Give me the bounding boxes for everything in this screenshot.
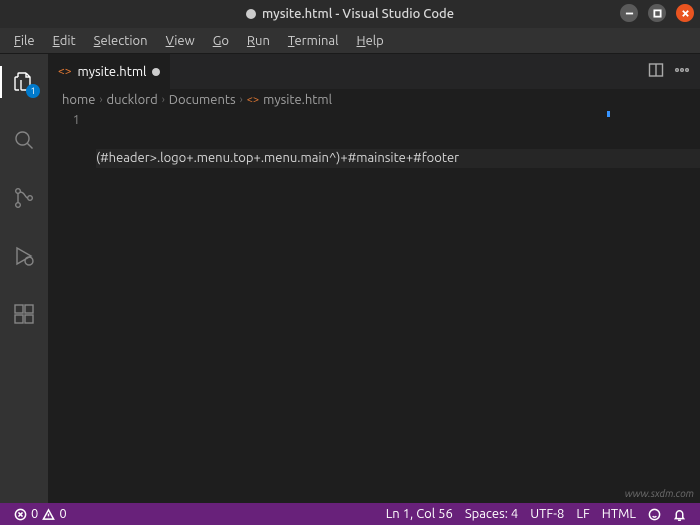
menu-terminal[interactable]: Terminal <box>280 31 347 51</box>
window-dirty-dot <box>246 9 256 19</box>
status-problems[interactable]: 0 0 <box>8 507 73 521</box>
activity-search[interactable] <box>0 120 48 160</box>
status-indentation[interactable]: Spaces: 4 <box>459 507 524 521</box>
menu-go[interactable]: Go <box>205 31 237 51</box>
status-cursor[interactable]: Ln 1, Col 56 <box>380 507 459 521</box>
window-title: mysite.html - Visual Studio Code <box>262 7 454 21</box>
status-bar: 0 0 Ln 1, Col 56 Spaces: 4 UTF-8 LF HTML <box>0 503 700 525</box>
status-warnings: 0 <box>59 507 66 521</box>
menu-file[interactable]: File <box>6 31 43 51</box>
code-editor[interactable]: 1 (#header>.logo+.menu.top+.menu.main^)+… <box>48 111 700 503</box>
html-file-icon: <> <box>58 65 72 78</box>
code-content[interactable]: (#header>.logo+.menu.top+.menu.main^)+#m… <box>96 111 700 503</box>
html-file-icon: <> <box>247 94 259 106</box>
menu-selection[interactable]: Selection <box>86 31 156 51</box>
activity-explorer[interactable]: 1 <box>0 62 48 102</box>
status-notifications-icon[interactable] <box>667 507 692 521</box>
tab-filename: mysite.html <box>78 65 147 79</box>
menubar: File Edit Selection View Go Run Terminal… <box>0 28 700 54</box>
chevron-right-icon: › <box>162 94 165 106</box>
activity-bar: 1 <box>0 54 48 503</box>
minimize-button[interactable] <box>620 4 638 22</box>
status-errors: 0 <box>31 507 38 521</box>
titlebar: mysite.html - Visual Studio Code <box>0 0 700 28</box>
chevron-right-icon: › <box>240 94 243 106</box>
breadcrumb-part[interactable]: ducklord <box>107 93 158 107</box>
maximize-button[interactable] <box>648 4 666 22</box>
minimap-selection <box>607 111 610 117</box>
line-number: 1 <box>48 111 80 130</box>
tab-dirty-dot <box>152 68 160 76</box>
window-title-wrap: mysite.html - Visual Studio Code <box>0 7 700 21</box>
status-language[interactable]: HTML <box>596 507 642 521</box>
explorer-badge: 1 <box>26 84 40 98</box>
menu-view[interactable]: View <box>158 31 203 51</box>
menu-edit[interactable]: Edit <box>45 31 84 51</box>
chevron-right-icon: › <box>99 94 102 106</box>
close-button[interactable] <box>676 4 694 22</box>
editor-actions <box>638 54 700 89</box>
activity-run-debug[interactable] <box>0 236 48 276</box>
window-controls <box>620 4 694 22</box>
more-actions-icon[interactable] <box>674 62 690 81</box>
line-gutter: 1 <box>48 111 96 503</box>
tab-bar: <> mysite.html <box>48 54 700 89</box>
breadcrumbs[interactable]: home › ducklord › Documents › <> mysite.htm… <box>48 89 700 111</box>
tab-mysite[interactable]: <> mysite.html <box>48 54 171 89</box>
code-line[interactable]: (#header>.logo+.menu.top+.menu.main^)+#m… <box>96 149 700 168</box>
activity-extensions[interactable] <box>0 294 48 334</box>
activity-source-control[interactable] <box>0 178 48 218</box>
menu-help[interactable]: Help <box>349 31 392 51</box>
breadcrumb-part[interactable]: Documents <box>169 93 236 107</box>
status-eol[interactable]: LF <box>570 507 595 521</box>
status-encoding[interactable]: UTF-8 <box>524 507 570 521</box>
breadcrumb-part[interactable]: home <box>62 93 95 107</box>
menu-run[interactable]: Run <box>239 31 278 51</box>
status-feedback-icon[interactable] <box>642 507 667 521</box>
editor-area: <> mysite.html home › ducklord › Documents… <box>48 54 700 503</box>
breadcrumb-file[interactable]: mysite.html <box>263 93 332 107</box>
split-editor-icon[interactable] <box>648 62 664 81</box>
